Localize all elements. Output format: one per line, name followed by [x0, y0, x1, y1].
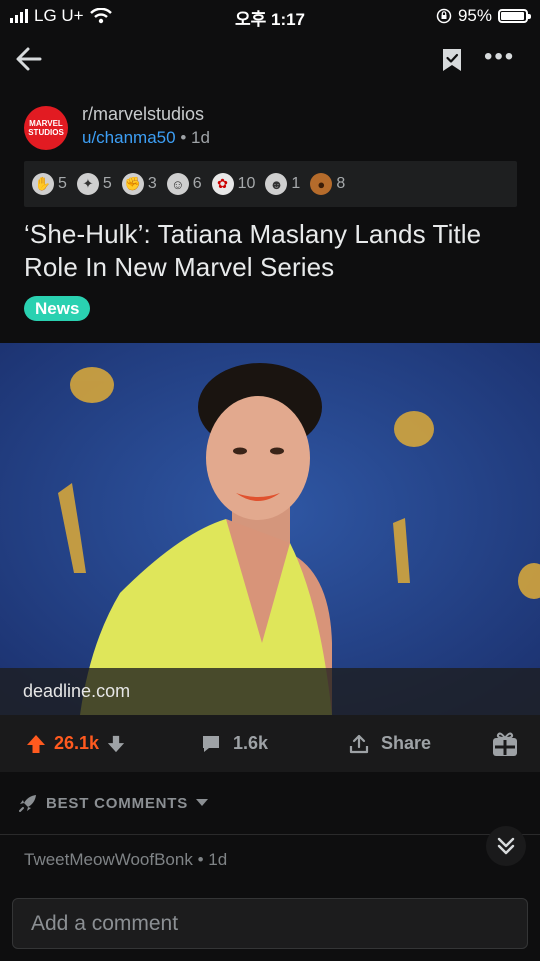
bookmark-check-icon[interactable] [439, 47, 465, 73]
comment-age: • 1d [197, 850, 228, 869]
battery-fill [501, 12, 524, 20]
add-comment-input[interactable] [12, 898, 528, 949]
share-label: Share [381, 733, 432, 753]
jump-next-comment-button[interactable] [486, 826, 526, 866]
post-title[interactable]: ‘She-Hulk’: Tatiana Maslany Lands Title … [24, 218, 514, 284]
more-options-button[interactable]: ••• [484, 45, 514, 72]
award-count: 8 [336, 175, 346, 192]
status-bar: LG U+ 오후 1:17 95% [0, 0, 540, 32]
award-item[interactable]: ● 8 [310, 173, 345, 195]
award-icon: ✦ [76, 173, 99, 195]
comment-composer [0, 884, 540, 961]
comment-sort-label: BEST COMMENTS [46, 794, 189, 812]
post-action-bar: 26.1k 1.6k Share [0, 715, 540, 772]
award-count: 5 [102, 175, 112, 192]
gift-award-icon[interactable] [492, 731, 518, 757]
award-item[interactable]: ✊ 3 [121, 173, 157, 195]
vote-score: 26.1k [54, 733, 100, 753]
subreddit-avatar[interactable]: MARVEL STUDIOS [24, 106, 68, 150]
upvote-arrow-icon[interactable] [26, 734, 46, 754]
award-count: 5 [58, 175, 67, 192]
subreddit-name[interactable]: r/marvelstudios [82, 104, 204, 125]
post-meta: u/chanma50 • 1d [82, 128, 210, 148]
award-icon: ☺ [166, 173, 189, 195]
arrow-left-icon[interactable] [14, 44, 44, 74]
award-icon: ✿ [211, 173, 234, 195]
downvote-arrow-icon[interactable] [107, 735, 125, 753]
battery-info: 95% [436, 6, 531, 26]
award-count: 3 [147, 175, 157, 192]
award-count: 1 [291, 175, 301, 192]
post-image[interactable] [0, 343, 540, 715]
orientation-lock-icon [436, 8, 452, 24]
comments-button[interactable]: 1.6k [201, 733, 268, 754]
battery-percent: 95% [457, 6, 492, 25]
comment-header: TweetMeowWoofBonk • 1d [24, 850, 227, 870]
battery-icon [498, 9, 531, 23]
post-age: • 1d [180, 128, 210, 147]
link-domain-bar[interactable]: deadline.com [0, 668, 540, 715]
share-button[interactable]: Share [349, 733, 431, 754]
award-icon: ✋ [32, 173, 54, 195]
vote-control: 26.1k [26, 733, 125, 754]
award-icon: ☻ [265, 173, 288, 195]
awards-bar[interactable]: ✋ 5 ✦ 5 ✊ 3 ☺ 6 ✿ 10 ☻ 1 ● 8 [24, 161, 517, 207]
award-icon: ✊ [121, 173, 144, 195]
comments-count: 1.6k [233, 733, 269, 753]
comment-author[interactable]: TweetMeowWoofBonk [24, 850, 193, 869]
award-item[interactable]: ✿ 10 [211, 173, 256, 195]
award-icon: ● [310, 173, 333, 195]
comment-sort-button[interactable]: BEST COMMENTS [18, 793, 209, 813]
author-link[interactable]: u/chanma50 [82, 128, 176, 147]
post-flair[interactable]: News [24, 296, 91, 321]
award-item[interactable]: ☻ 1 [265, 173, 300, 195]
award-count: 6 [192, 175, 202, 192]
rocket-icon [19, 795, 36, 812]
post-image-illustration [0, 343, 540, 715]
award-item[interactable]: ☺ 6 [166, 173, 202, 195]
share-icon [349, 734, 369, 753]
comment-sort-bar: BEST COMMENTS [0, 772, 540, 835]
comment-bubble-icon [203, 735, 219, 752]
award-item[interactable]: ✋ 5 [32, 173, 67, 195]
subreddit-avatar-logo: MARVEL STUDIOS [28, 119, 64, 137]
double-chevron-down-icon [497, 837, 515, 855]
award-count: 10 [237, 175, 256, 192]
award-item[interactable]: ✦ 5 [76, 173, 112, 195]
link-domain: deadline.com [23, 681, 131, 701]
caret-down-icon [196, 799, 209, 806]
